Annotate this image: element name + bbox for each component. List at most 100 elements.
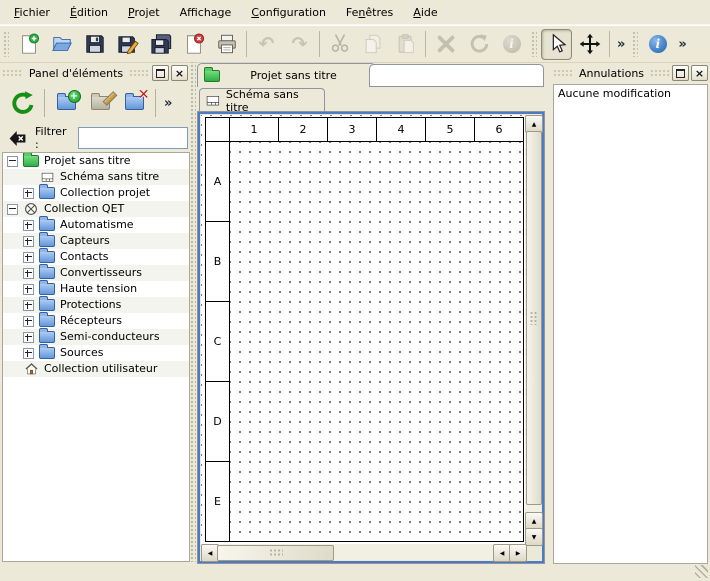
- print-button[interactable]: [211, 29, 242, 60]
- right-dock-title: Annulations: [573, 67, 650, 80]
- tree-expander[interactable]: [7, 156, 18, 167]
- dock-float-button[interactable]: [152, 65, 169, 81]
- tab-schema[interactable]: Schéma sans titre: [199, 88, 325, 112]
- tree-item[interactable]: Récepteurs: [3, 313, 189, 329]
- vscroll-thumb[interactable]: [526, 131, 542, 505]
- toolbar-separator: [155, 89, 156, 117]
- menu-affichage[interactable]: Affichage: [170, 2, 242, 23]
- save-icon: [84, 33, 106, 55]
- tree-item[interactable]: Collection projet: [3, 185, 189, 201]
- save-all-button[interactable]: [145, 29, 176, 60]
- tree-item[interactable]: Schéma sans titre: [3, 169, 189, 185]
- dock-splitter[interactable]: [189, 62, 196, 562]
- menu-fenetres[interactable]: Fenêtres: [336, 2, 403, 23]
- tree-expander[interactable]: [23, 300, 34, 311]
- new-document-button[interactable]: [13, 29, 44, 60]
- dock-handle-texture[interactable]: [650, 69, 670, 78]
- open-document-button[interactable]: [46, 29, 77, 60]
- move-tool-button[interactable]: [574, 29, 605, 60]
- close-document-button[interactable]: [178, 29, 209, 60]
- clear-filter-button[interactable]: [6, 127, 28, 149]
- menu-projet[interactable]: Projet: [118, 2, 170, 23]
- grid-row-label: E: [206, 462, 229, 541]
- grid-column-header: 6: [475, 118, 523, 141]
- dock-handle-texture[interactable]: [553, 69, 573, 78]
- tree-item[interactable]: Automatisme: [3, 217, 189, 233]
- save-as-button[interactable]: [112, 29, 143, 60]
- tree-expander[interactable]: [23, 316, 34, 327]
- cut-button[interactable]: [324, 29, 355, 60]
- diagram-info-icon: i: [649, 35, 667, 53]
- blue-folder-icon: [38, 219, 56, 231]
- filter-input[interactable]: [78, 127, 188, 149]
- tree-expander[interactable]: [23, 268, 34, 279]
- project-tabbar: Projet sans titre: [197, 62, 545, 86]
- tree-item[interactable]: Capteurs: [3, 233, 189, 249]
- tree-expander[interactable]: [23, 284, 34, 295]
- tree-expander[interactable]: [23, 236, 34, 247]
- tree-item[interactable]: Convertisseurs: [3, 265, 189, 281]
- tree-item[interactable]: Protections: [3, 297, 189, 313]
- menu-fichier[interactable]: Fichier: [4, 2, 60, 23]
- reload-collections-icon: [10, 90, 36, 116]
- tree-item-label: Haute tension: [60, 281, 137, 297]
- toolbar-overflow-chevron[interactable]: »: [674, 37, 690, 52]
- green-folder-icon: [22, 155, 40, 167]
- select-tool-button[interactable]: [541, 29, 572, 60]
- tree-item[interactable]: Sources: [3, 345, 189, 361]
- horizontal-scrollbar[interactable]: ◀ ◀ ▶: [201, 544, 525, 560]
- tree-item[interactable]: Contacts: [3, 249, 189, 265]
- tree-expander[interactable]: [23, 348, 34, 359]
- tree-expander[interactable]: [23, 332, 34, 343]
- tree-item[interactable]: Collection QET: [3, 201, 189, 217]
- delete-category-button[interactable]: ✕: [119, 88, 149, 118]
- paste-button[interactable]: [390, 29, 421, 60]
- diagram-info-button[interactable]: i: [642, 29, 673, 60]
- thumb-grip: [269, 549, 283, 558]
- tree-item[interactable]: Semi-conducteurs: [3, 329, 189, 345]
- undo-button[interactable]: ↶: [251, 29, 282, 60]
- copy-button[interactable]: [357, 29, 388, 60]
- delete-icon: [435, 33, 457, 55]
- delete-button[interactable]: [430, 29, 461, 60]
- edit-category-button[interactable]: [85, 88, 115, 118]
- print-icon: [216, 33, 238, 55]
- toolbar-handle[interactable]: [531, 31, 537, 57]
- vertical-scrollbar[interactable]: ▲ ▲ ▼: [525, 115, 541, 544]
- new-category-button[interactable]: +: [51, 88, 81, 118]
- tree-item[interactable]: Projet sans titre: [3, 153, 189, 169]
- save-button[interactable]: [79, 29, 110, 60]
- grid-interior[interactable]: [230, 142, 523, 541]
- resize-grip[interactable]: [695, 565, 708, 578]
- scroll-right-button[interactable]: ▶: [509, 544, 527, 562]
- tab-project[interactable]: Projet sans titre: [197, 63, 376, 87]
- save-as-icon: [117, 33, 139, 55]
- tree-expander[interactable]: [23, 220, 34, 231]
- undo-history-item[interactable]: Aucune modification: [554, 85, 707, 103]
- menu-configuration[interactable]: Configuration: [241, 2, 336, 23]
- hscroll-thumb[interactable]: [217, 545, 334, 561]
- toolbar-overflow-chevron[interactable]: »: [160, 96, 176, 111]
- dock-float-button[interactable]: [672, 65, 689, 81]
- toolbar-handle[interactable]: [3, 31, 9, 57]
- dock-close-button[interactable]: ×: [171, 65, 188, 81]
- tree-expander[interactable]: [23, 252, 34, 263]
- tree-item[interactable]: Collection utilisateur: [3, 361, 189, 377]
- tree-expander[interactable]: [7, 204, 18, 215]
- tree-expander[interactable]: [23, 188, 34, 199]
- dock-handle-texture[interactable]: [129, 69, 150, 78]
- rotate-button[interactable]: [463, 29, 494, 60]
- tree-item[interactable]: Haute tension: [3, 281, 189, 297]
- menu-edition[interactable]: Édition: [60, 2, 118, 23]
- dock-handle-texture[interactable]: [2, 69, 23, 78]
- redo-button[interactable]: ↷: [284, 29, 315, 60]
- element-info-button[interactable]: i: [496, 29, 527, 60]
- dock-close-button[interactable]: ×: [691, 65, 708, 81]
- toolbar-overflow-chevron[interactable]: »: [613, 37, 629, 52]
- toolbar-handle[interactable]: [632, 31, 638, 57]
- diagram-scene[interactable]: 123456ABCDE: [201, 115, 525, 544]
- reload-collections-button[interactable]: [8, 88, 38, 118]
- menu-aide[interactable]: Aide: [403, 2, 447, 23]
- tree-item-label: Semi-conducteurs: [60, 329, 160, 345]
- scroll-down-button[interactable]: ▼: [525, 528, 543, 546]
